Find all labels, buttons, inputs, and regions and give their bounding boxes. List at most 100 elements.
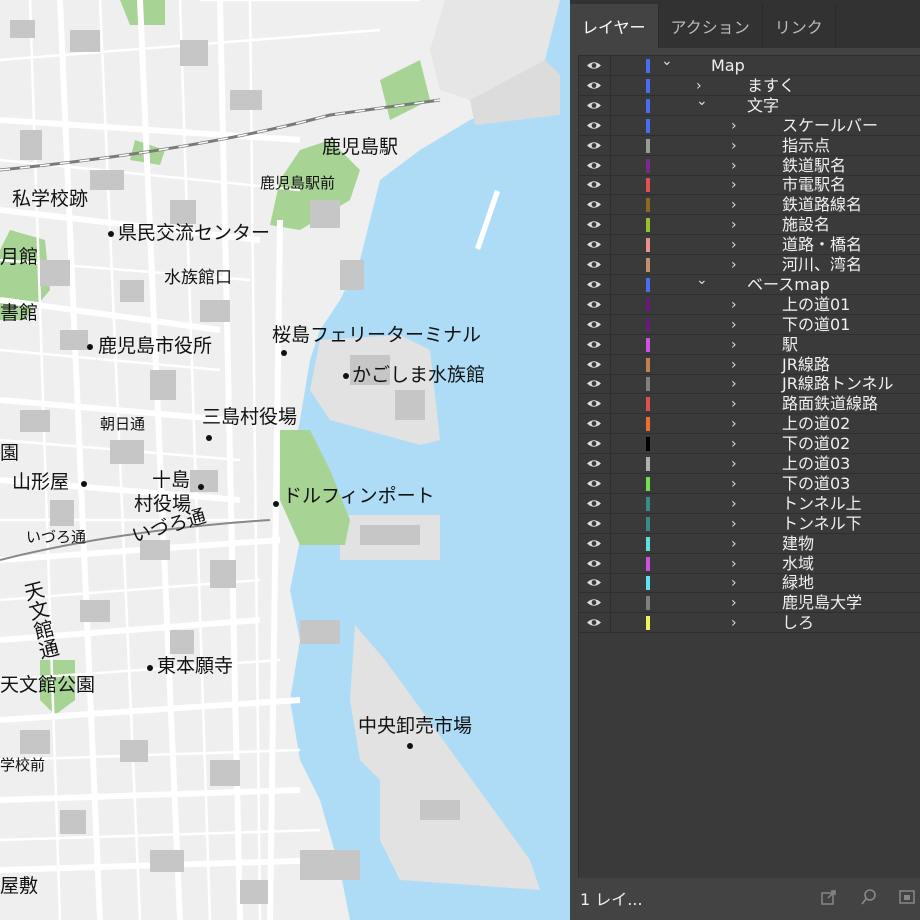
chevron-right-icon[interactable]: › bbox=[731, 356, 737, 374]
chevron-right-icon[interactable]: › bbox=[731, 555, 737, 573]
layer-row[interactable]: › 上の道03 bbox=[579, 454, 920, 474]
chevron-right-icon[interactable]: › bbox=[731, 176, 737, 194]
layer-row[interactable]: › トンネル下 bbox=[579, 513, 920, 534]
visibility-eye-icon[interactable] bbox=[586, 438, 602, 449]
layer-row[interactable]: › ますく bbox=[579, 75, 920, 96]
lock-column[interactable] bbox=[610, 175, 611, 196]
lock-column[interactable] bbox=[610, 613, 611, 634]
chevron-down-icon[interactable]: ⌄ bbox=[696, 271, 708, 289]
search-icon[interactable] bbox=[860, 888, 878, 906]
lock-column[interactable] bbox=[610, 394, 611, 415]
lock-column[interactable] bbox=[610, 235, 611, 256]
lock-column[interactable] bbox=[610, 533, 611, 554]
layer-row[interactable]: › スケールバー bbox=[579, 115, 920, 136]
visibility-eye-icon[interactable] bbox=[586, 359, 602, 370]
chevron-right-icon[interactable]: › bbox=[731, 495, 737, 513]
lock-column[interactable] bbox=[610, 115, 611, 136]
chevron-right-icon[interactable]: › bbox=[731, 137, 737, 155]
chevron-right-icon[interactable]: › bbox=[731, 594, 737, 612]
chevron-right-icon[interactable]: › bbox=[731, 196, 737, 214]
visibility-eye-icon[interactable] bbox=[586, 60, 602, 71]
tab-links[interactable]: リンク bbox=[763, 4, 836, 48]
visibility-eye-icon[interactable] bbox=[586, 100, 602, 111]
layer-row[interactable]: › 鉄道路線名 bbox=[579, 195, 920, 216]
chevron-right-icon[interactable]: › bbox=[731, 316, 737, 334]
layer-row[interactable]: › 緑地 bbox=[579, 573, 920, 594]
layer-row[interactable]: ⌄ ベースmap bbox=[579, 272, 920, 295]
layer-list[interactable]: ⌄ Map › ますく ⌄ 文字 › スケールバー › 指示点 › 鉄道駅名 › 市電駅名 › 鉄道路線名 › 施… bbox=[578, 53, 920, 879]
chevron-right-icon[interactable]: › bbox=[731, 475, 737, 493]
layer-row[interactable]: › 下の道01 bbox=[579, 314, 920, 335]
chevron-right-icon[interactable]: › bbox=[731, 216, 737, 234]
visibility-eye-icon[interactable] bbox=[586, 219, 602, 230]
visibility-eye-icon[interactable] bbox=[586, 239, 602, 250]
visibility-eye-icon[interactable] bbox=[586, 319, 602, 330]
lock-column[interactable] bbox=[610, 56, 611, 76]
layer-row[interactable]: › しろ bbox=[579, 613, 920, 634]
layer-row[interactable]: › 駅 bbox=[579, 334, 920, 355]
visibility-eye-icon[interactable] bbox=[586, 339, 602, 350]
new-layer-icon[interactable] bbox=[898, 888, 916, 906]
visibility-eye-icon[interactable] bbox=[586, 418, 602, 429]
chevron-right-icon[interactable]: › bbox=[731, 574, 737, 592]
chevron-right-icon[interactable]: › bbox=[731, 157, 737, 175]
map-canvas[interactable]: 鹿児島駅 鹿児島駅前 私学校跡 県民交流センター 月館 水族館口 書館 桜島フェ… bbox=[0, 0, 570, 920]
chevron-right-icon[interactable]: › bbox=[731, 435, 737, 453]
layer-row[interactable]: › 路面鉄道線路 bbox=[579, 394, 920, 415]
lock-column[interactable] bbox=[610, 274, 611, 295]
lock-column[interactable] bbox=[610, 294, 611, 315]
visibility-eye-icon[interactable] bbox=[586, 80, 602, 91]
lock-column[interactable] bbox=[610, 553, 611, 574]
lock-column[interactable] bbox=[610, 215, 611, 236]
visibility-eye-icon[interactable] bbox=[586, 597, 602, 608]
chevron-right-icon[interactable]: › bbox=[731, 117, 737, 135]
lock-column[interactable] bbox=[610, 75, 611, 96]
visibility-eye-icon[interactable] bbox=[586, 478, 602, 489]
tab-layers[interactable]: レイヤー bbox=[570, 4, 659, 48]
chevron-right-icon[interactable]: › bbox=[731, 256, 737, 274]
chevron-right-icon[interactable]: › bbox=[731, 455, 737, 473]
layer-row[interactable]: › トンネル上 bbox=[579, 493, 920, 514]
layer-row[interactable]: › 下の道02 bbox=[579, 434, 920, 455]
visibility-eye-icon[interactable] bbox=[586, 498, 602, 509]
chevron-right-icon[interactable]: › bbox=[731, 415, 737, 433]
lock-column[interactable] bbox=[610, 593, 611, 614]
chevron-down-icon[interactable]: ⌄ bbox=[661, 52, 673, 70]
visibility-eye-icon[interactable] bbox=[586, 259, 602, 270]
layer-row[interactable]: › 指示点 bbox=[579, 135, 920, 156]
layer-row[interactable]: › 上の道01 bbox=[579, 294, 920, 315]
lock-column[interactable] bbox=[610, 155, 611, 176]
lock-column[interactable] bbox=[610, 135, 611, 156]
visibility-eye-icon[interactable] bbox=[586, 518, 602, 529]
visibility-eye-icon[interactable] bbox=[586, 458, 602, 469]
lock-column[interactable] bbox=[610, 473, 611, 494]
tab-actions[interactable]: アクション bbox=[659, 4, 763, 48]
visibility-eye-icon[interactable] bbox=[586, 617, 602, 628]
visibility-eye-icon[interactable] bbox=[586, 577, 602, 588]
layer-row[interactable]: › 上の道02 bbox=[579, 414, 920, 435]
chevron-right-icon[interactable]: › bbox=[731, 336, 737, 354]
layer-row[interactable]: › 鉄道駅名 bbox=[579, 155, 920, 176]
visibility-eye-icon[interactable] bbox=[586, 299, 602, 310]
chevron-right-icon[interactable]: › bbox=[731, 236, 737, 254]
lock-column[interactable] bbox=[610, 255, 611, 275]
export-icon[interactable] bbox=[820, 888, 838, 906]
lock-column[interactable] bbox=[610, 334, 611, 355]
chevron-right-icon[interactable]: › bbox=[731, 515, 737, 533]
layer-row[interactable]: › 河川、湾名 bbox=[579, 255, 920, 275]
visibility-eye-icon[interactable] bbox=[586, 140, 602, 151]
visibility-eye-icon[interactable] bbox=[586, 558, 602, 569]
layer-row[interactable]: › 施設名 bbox=[579, 215, 920, 236]
layer-row[interactable]: › JR線路トンネル bbox=[579, 374, 920, 395]
layer-row[interactable]: ⌄ Map bbox=[579, 53, 920, 76]
lock-column[interactable] bbox=[610, 374, 611, 395]
lock-column[interactable] bbox=[610, 434, 611, 455]
visibility-eye-icon[interactable] bbox=[586, 120, 602, 131]
layer-row[interactable]: › 下の道03 bbox=[579, 473, 920, 494]
chevron-right-icon[interactable]: › bbox=[731, 296, 737, 314]
lock-column[interactable] bbox=[610, 195, 611, 216]
lock-column[interactable] bbox=[610, 414, 611, 435]
chevron-right-icon[interactable]: › bbox=[731, 375, 737, 393]
chevron-down-icon[interactable]: ⌄ bbox=[696, 92, 708, 110]
lock-column[interactable] bbox=[610, 573, 611, 594]
